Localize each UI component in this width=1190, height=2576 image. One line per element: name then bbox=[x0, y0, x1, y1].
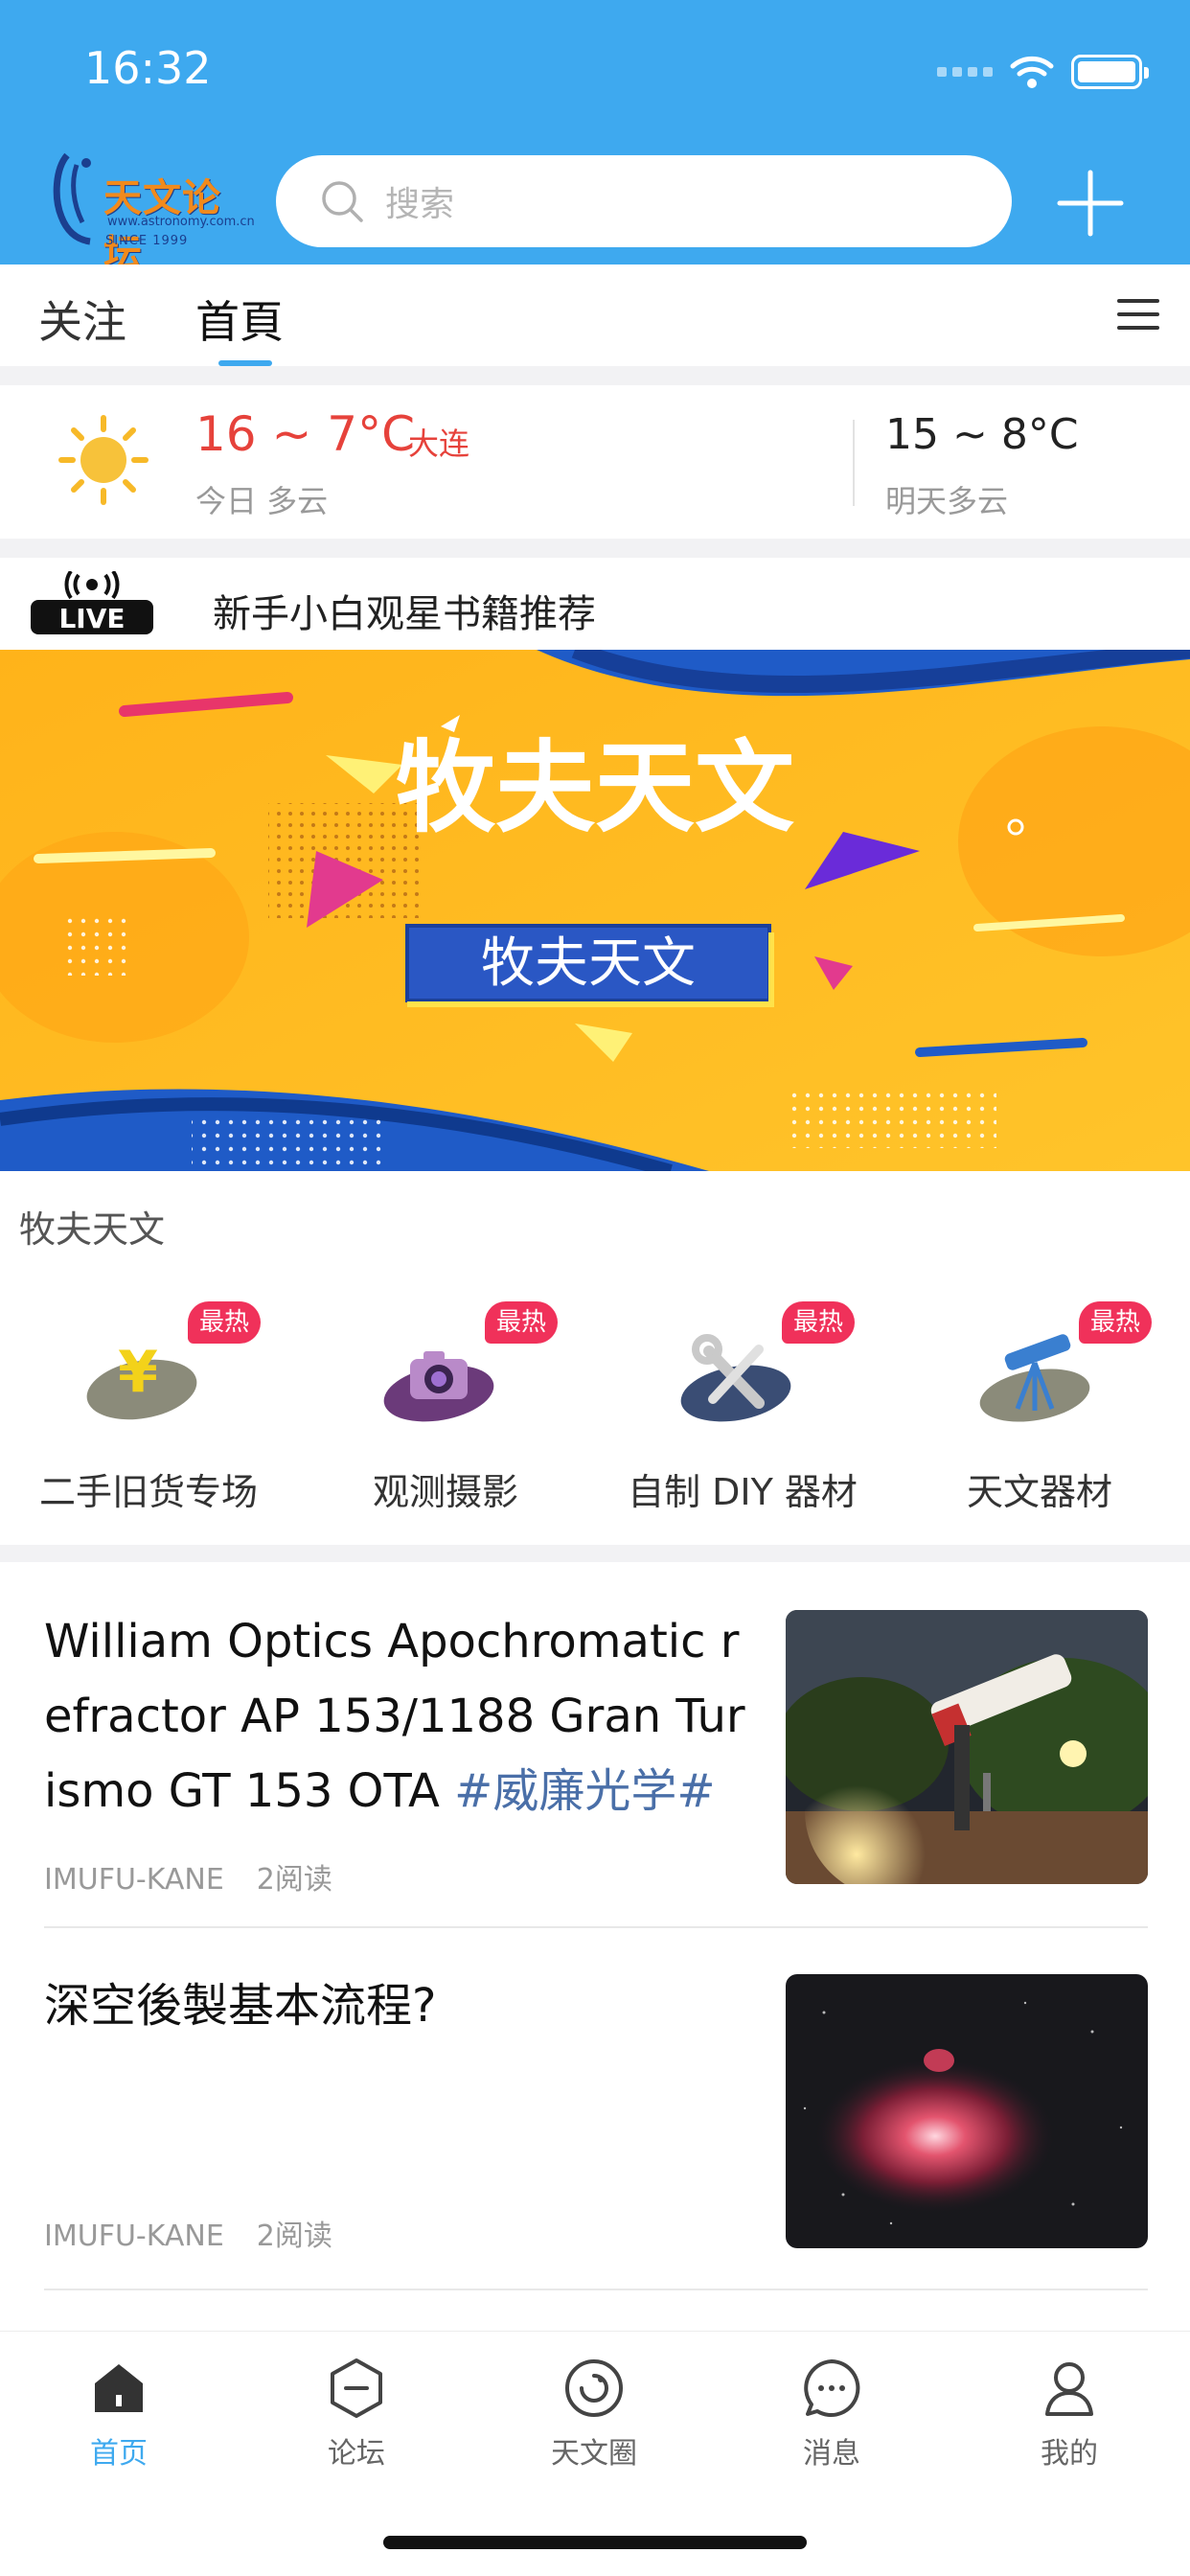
category-label: 二手旧货专场 bbox=[38, 1471, 258, 1513]
profile-icon bbox=[1045, 2362, 1093, 2416]
divider bbox=[0, 539, 1190, 558]
banner-subtitle: 牧夫天文 bbox=[481, 932, 696, 995]
add-post-button[interactable] bbox=[1054, 167, 1127, 240]
wifi-icon bbox=[1010, 56, 1054, 88]
banner-graphic: 牧夫天文 牧夫天文 bbox=[0, 650, 1190, 1171]
banner-title: 牧夫天文 bbox=[396, 729, 794, 846]
article-thumbnail bbox=[786, 1974, 1148, 2248]
article-title: William Optics Apochromatic refractor AP… bbox=[44, 1604, 753, 1828]
category-grid: ¥ 最热 二手旧货专场 最热 观测摄影 最热 自制 DIY 器材 最热 天文器材 bbox=[0, 1284, 1190, 1533]
live-icon: LIVE bbox=[31, 571, 153, 634]
logo-url: www.astronomy.com.cn bbox=[107, 215, 255, 229]
weather-city: 大连 bbox=[408, 426, 470, 462]
tab-bar: 关注 首頁 bbox=[0, 264, 1190, 366]
nav-label: 天文圈 bbox=[551, 2437, 637, 2471]
section-label: 牧夫天文 bbox=[19, 1208, 166, 1251]
top-header: 16:32 天文论坛 www.astronomy.com.cn SINCE 19… bbox=[0, 0, 1190, 276]
weather-divider bbox=[853, 420, 855, 506]
status-time: 16:32 bbox=[84, 42, 212, 94]
forum-logo[interactable]: 天文论坛 www.astronomy.com.cn SINCE 1999 bbox=[48, 146, 255, 276]
circle-icon bbox=[565, 2359, 623, 2417]
article-meta: IMUFU-KANE 2阅读 bbox=[44, 1855, 332, 1898]
search-placeholder: 搜索 bbox=[385, 185, 455, 224]
live-announcement[interactable]: LIVE 新手小白观星书籍推荐 bbox=[0, 558, 1190, 650]
category-label: 自制 DIY 器材 bbox=[628, 1471, 858, 1513]
tab-follow[interactable]: 关注 bbox=[38, 288, 126, 351]
live-title: 新手小白观星书籍推荐 bbox=[213, 592, 596, 636]
article-item[interactable]: 深空後製基本流程? IMUFU-KANE 2阅读 bbox=[0, 1928, 1190, 2290]
article-title: 深空後製基本流程? bbox=[44, 1968, 753, 2043]
divider bbox=[0, 366, 1190, 385]
home-icon bbox=[95, 2364, 143, 2412]
nav-astro-circle[interactable]: 天文圈 bbox=[475, 2357, 713, 2491]
nav-forum[interactable]: 论坛 bbox=[238, 2357, 475, 2491]
nav-label: 首页 bbox=[90, 2437, 148, 2471]
nav-label: 消息 bbox=[803, 2437, 860, 2471]
category-label: 天文器材 bbox=[966, 1471, 1112, 1513]
tomorrow-temperature: 15 ~ 8°C bbox=[885, 410, 1079, 459]
hot-badge: 最热 bbox=[782, 1301, 856, 1344]
message-icon bbox=[804, 2359, 860, 2417]
battery-icon bbox=[1071, 55, 1149, 89]
category-diy[interactable]: 最热 自制 DIY 器材 bbox=[594, 1284, 891, 1514]
tomorrow-weather-desc: 明天多云 bbox=[885, 483, 1009, 519]
divider bbox=[0, 1545, 1190, 1562]
search-icon bbox=[322, 181, 363, 222]
sun-icon bbox=[58, 415, 149, 505]
article-reads: 2阅读 bbox=[256, 1863, 332, 1897]
promo-banner[interactable]: 牧夫天文 牧夫天文 bbox=[0, 650, 1190, 1171]
today-temperature: 16 ~ 7°C bbox=[195, 406, 416, 462]
weather-card[interactable]: 16 ~ 7°C 大连 今日 多云 15 ~ 8°C 明天多云 bbox=[0, 385, 1190, 539]
live-badge-text: LIVE bbox=[58, 603, 125, 634]
tab-home[interactable]: 首頁 bbox=[195, 288, 284, 351]
signal-icon bbox=[937, 67, 993, 77]
home-indicator[interactable] bbox=[383, 2536, 807, 2549]
nav-label: 论坛 bbox=[328, 2437, 385, 2471]
nav-profile[interactable]: 我的 bbox=[950, 2357, 1188, 2491]
search-bar[interactable]: 搜索 bbox=[276, 155, 1012, 247]
nav-label: 我的 bbox=[1041, 2437, 1098, 2471]
category-photography[interactable]: 最热 观测摄影 bbox=[297, 1284, 594, 1514]
today-weather-desc: 今日 多云 bbox=[195, 483, 329, 519]
article-meta: IMUFU-KANE 2阅读 bbox=[44, 2212, 332, 2254]
article-reads: 2阅读 bbox=[256, 2220, 332, 2253]
logo-mark-icon bbox=[53, 152, 91, 245]
category-label: 观测摄影 bbox=[372, 1471, 518, 1513]
logo-since: SINCE 1999 bbox=[105, 234, 189, 248]
hot-badge: 最热 bbox=[485, 1301, 559, 1344]
nav-home[interactable]: 首页 bbox=[0, 2357, 238, 2491]
article-author[interactable]: IMUFU-KANE bbox=[44, 2220, 224, 2253]
article-thumbnail bbox=[786, 1610, 1148, 1884]
hot-badge: 最热 bbox=[1079, 1301, 1153, 1344]
svg-text:¥: ¥ bbox=[118, 1339, 158, 1406]
article-item[interactable]: William Optics Apochromatic refractor AP… bbox=[0, 1562, 1190, 1928]
menu-icon[interactable] bbox=[1117, 293, 1159, 335]
article-author[interactable]: IMUFU-KANE bbox=[44, 1863, 224, 1897]
nav-messages[interactable]: 消息 bbox=[713, 2357, 950, 2491]
hot-badge: 最热 bbox=[188, 1301, 262, 1344]
status-icons bbox=[937, 50, 1149, 94]
article-tag[interactable]: #威廉光学# bbox=[454, 1764, 715, 1818]
category-equipment[interactable]: 最热 天文器材 bbox=[891, 1284, 1188, 1514]
article-separator bbox=[44, 2288, 1148, 2290]
article-title-text: 深空後製基本流程? bbox=[44, 1979, 437, 2033]
category-secondhand[interactable]: ¥ 最热 二手旧货专场 bbox=[0, 1284, 297, 1514]
forum-icon bbox=[331, 2358, 382, 2418]
